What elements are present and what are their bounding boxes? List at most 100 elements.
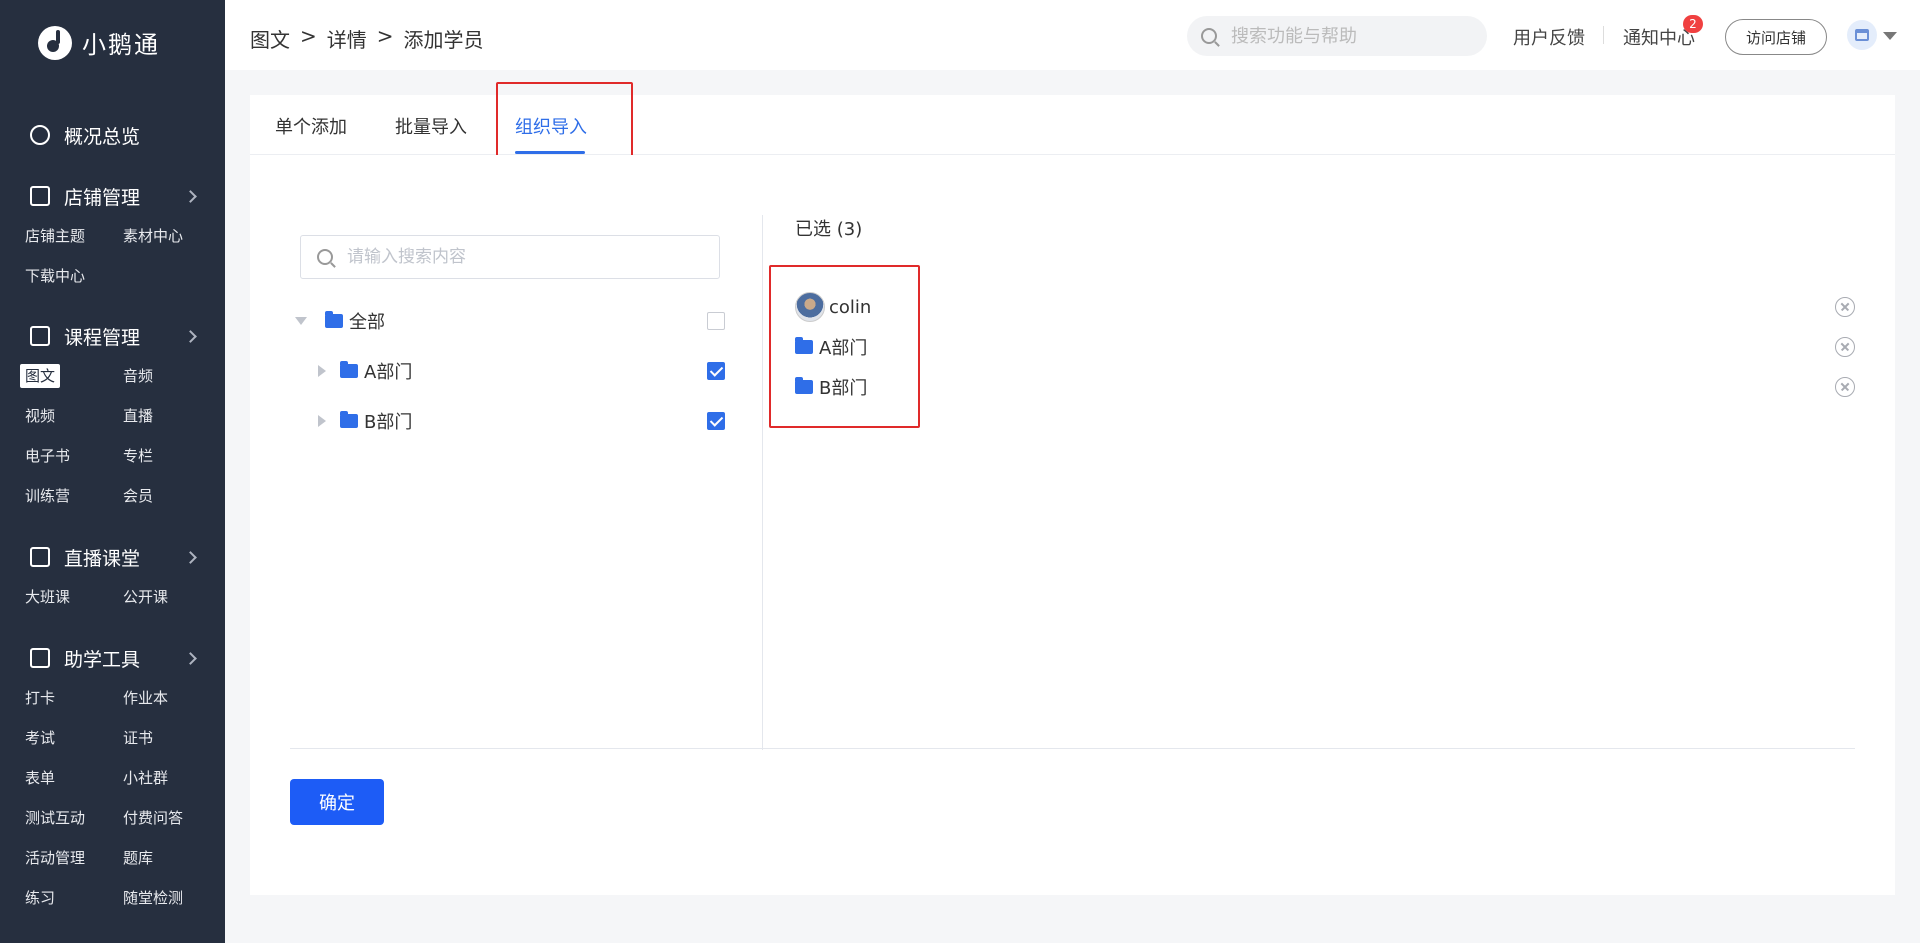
feedback-link[interactable]: 用户反馈 — [1513, 24, 1585, 50]
tree-node-dept-a[interactable]: A部门 — [295, 356, 725, 386]
nav-head-overview[interactable]: 概况总览 — [0, 115, 225, 155]
tab-single-add[interactable]: 单个添加 — [275, 113, 347, 139]
selected-item-user: colin — [795, 291, 1855, 323]
remove-circle-icon[interactable] — [1835, 297, 1855, 317]
expand-arrow-icon[interactable] — [295, 317, 307, 325]
remove-circle-icon[interactable] — [1835, 337, 1855, 357]
nav-group-overview: 概况总览 — [0, 115, 225, 155]
sidebar-item-paid-qa[interactable]: 付费问答 — [123, 798, 221, 838]
sidebar-item-class-test[interactable]: 随堂检测 — [123, 878, 221, 918]
folder-icon — [340, 361, 358, 378]
caret-down-icon[interactable] — [1883, 32, 1897, 40]
document-icon — [30, 326, 50, 346]
tree-search-input[interactable] — [347, 247, 697, 267]
nav-head-label: 助学工具 — [64, 648, 141, 671]
logo[interactable]: 小鹅通 — [38, 25, 160, 60]
global-search — [1187, 16, 1487, 56]
nav-head-label: 概况总览 — [64, 125, 141, 148]
breadcrumb-current: 添加学员 — [403, 28, 484, 52]
chevron-right-icon — [184, 651, 197, 665]
sidebar-item-membership[interactable]: 会员 — [123, 476, 221, 516]
confirm-button[interactable]: 确定 — [290, 779, 384, 825]
nav-head-store[interactable]: 店铺管理 — [0, 176, 225, 216]
sidebar-item-homework[interactable]: 作业本 — [123, 678, 221, 718]
tab-batch-import[interactable]: 批量导入 — [395, 113, 467, 139]
tree-node-dept-b[interactable]: B部门 — [295, 406, 725, 436]
folder-icon — [340, 411, 358, 428]
panel-divider — [762, 215, 763, 750]
nav-head-tools[interactable]: 助学工具 — [0, 638, 225, 678]
folder-icon — [795, 377, 813, 394]
store-icon — [1855, 29, 1869, 41]
expand-arrow-icon[interactable] — [318, 365, 326, 377]
nav-group-tools: 助学工具 打卡 作业本 考试 证书 表单 小社群 测试互动 付费问答 活动管理 … — [0, 638, 225, 918]
sidebar-item-activity[interactable]: 活动管理 — [25, 838, 123, 878]
org-import-panel: 全部 A部门 B部门 已选 (3) colin A部门 B部门 确定 — [250, 155, 1895, 895]
sidebar-item-quiz[interactable]: 测试互动 — [25, 798, 123, 838]
sidebar-item-audio[interactable]: 音频 — [123, 356, 221, 396]
account-avatar[interactable] — [1847, 20, 1877, 50]
visit-store-button[interactable]: 访问店铺 — [1725, 19, 1827, 55]
sidebar-item-material-center[interactable]: 素材中心 — [123, 216, 221, 256]
breadcrumb-item[interactable]: 详情 — [327, 24, 367, 53]
sidebar-item-video[interactable]: 视频 — [25, 396, 123, 436]
search-icon — [1201, 28, 1217, 44]
nav-group-course: 课程管理 图文 音频 视频 直播 电子书 专栏 训练营 会员 — [0, 316, 225, 516]
folder-icon — [795, 337, 813, 354]
sidebar-item-camp[interactable]: 训练营 — [25, 476, 123, 516]
avatar — [795, 292, 825, 322]
search-icon — [317, 249, 333, 265]
sidebar-item-article[interactable]: 图文 — [20, 356, 123, 396]
breadcrumb-separator: > — [376, 24, 394, 48]
breadcrumb-item[interactable]: 图文 — [250, 24, 290, 53]
nav-head-course[interactable]: 课程管理 — [0, 316, 225, 356]
global-search-input[interactable] — [1231, 25, 1461, 47]
tree-node-label: 全部 — [349, 312, 385, 333]
nav-head-live-class[interactable]: 直播课堂 — [0, 537, 225, 577]
sidebar-item-live[interactable]: 直播 — [123, 396, 221, 436]
selected-item-label: colin — [829, 296, 872, 318]
nav-head-label: 直播课堂 — [64, 547, 141, 570]
notification-badge: 2 — [1683, 15, 1703, 33]
tree-node-label: A部门 — [364, 362, 413, 383]
tab-org-import[interactable]: 组织导入 — [515, 113, 587, 139]
selected-item-label: B部门 — [819, 378, 868, 399]
topbar: 图文 > 详情 > 添加学员 用户反馈 通知中心 2 访问店铺 — [225, 0, 1920, 70]
tree-node-label: B部门 — [364, 412, 413, 433]
tree-node-all[interactable]: 全部 — [295, 306, 725, 336]
selected-item-label: A部门 — [819, 338, 868, 359]
sidebar-item-practice[interactable]: 练习 — [25, 878, 123, 918]
checkbox-checked[interactable] — [707, 362, 725, 380]
chevron-right-icon — [184, 329, 197, 343]
sidebar-item-certificate[interactable]: 证书 — [123, 718, 221, 758]
active-tab-indicator — [515, 151, 585, 154]
checkbox[interactable] — [707, 312, 725, 330]
sidebar-item-download-center[interactable]: 下载中心 — [25, 256, 123, 296]
sidebar-item-exam[interactable]: 考试 — [25, 718, 123, 758]
remove-circle-icon[interactable] — [1835, 377, 1855, 397]
sidebar-item-form[interactable]: 表单 — [25, 758, 123, 798]
sidebar-item-open-class[interactable]: 公开课 — [123, 577, 221, 617]
nav-group-store: 店铺管理 店铺主题 素材中心 下载中心 — [0, 176, 225, 296]
divider — [1603, 26, 1604, 44]
nav-head-label: 店铺管理 — [64, 186, 141, 209]
toolbox-icon — [30, 648, 50, 668]
sidebar-item-column[interactable]: 专栏 — [123, 436, 221, 476]
camera-icon — [30, 547, 50, 567]
sidebar-item-community[interactable]: 小社群 — [123, 758, 221, 798]
sidebar: 小鹅通 概况总览 店铺管理 店铺主题 素材中心 下载中心 课程管理 图文 音频 … — [0, 0, 225, 943]
sidebar-item-question-bank[interactable]: 题库 — [123, 838, 221, 878]
footer-divider — [290, 748, 1855, 749]
sidebar-item-big-class[interactable]: 大班课 — [25, 577, 123, 617]
checkbox-checked[interactable] — [707, 412, 725, 430]
pie-chart-icon — [30, 125, 50, 145]
selected-item-dept-b: B部门 — [795, 371, 1855, 403]
selected-count-title: 已选 (3) — [795, 219, 863, 240]
chevron-right-icon — [184, 189, 197, 203]
expand-arrow-icon[interactable] — [318, 415, 326, 427]
sidebar-item-ebook[interactable]: 电子书 — [25, 436, 123, 476]
tree-search — [300, 235, 720, 279]
sidebar-item-store-theme[interactable]: 店铺主题 — [25, 216, 123, 256]
folder-icon — [325, 311, 343, 328]
sidebar-item-checkin[interactable]: 打卡 — [25, 678, 123, 718]
